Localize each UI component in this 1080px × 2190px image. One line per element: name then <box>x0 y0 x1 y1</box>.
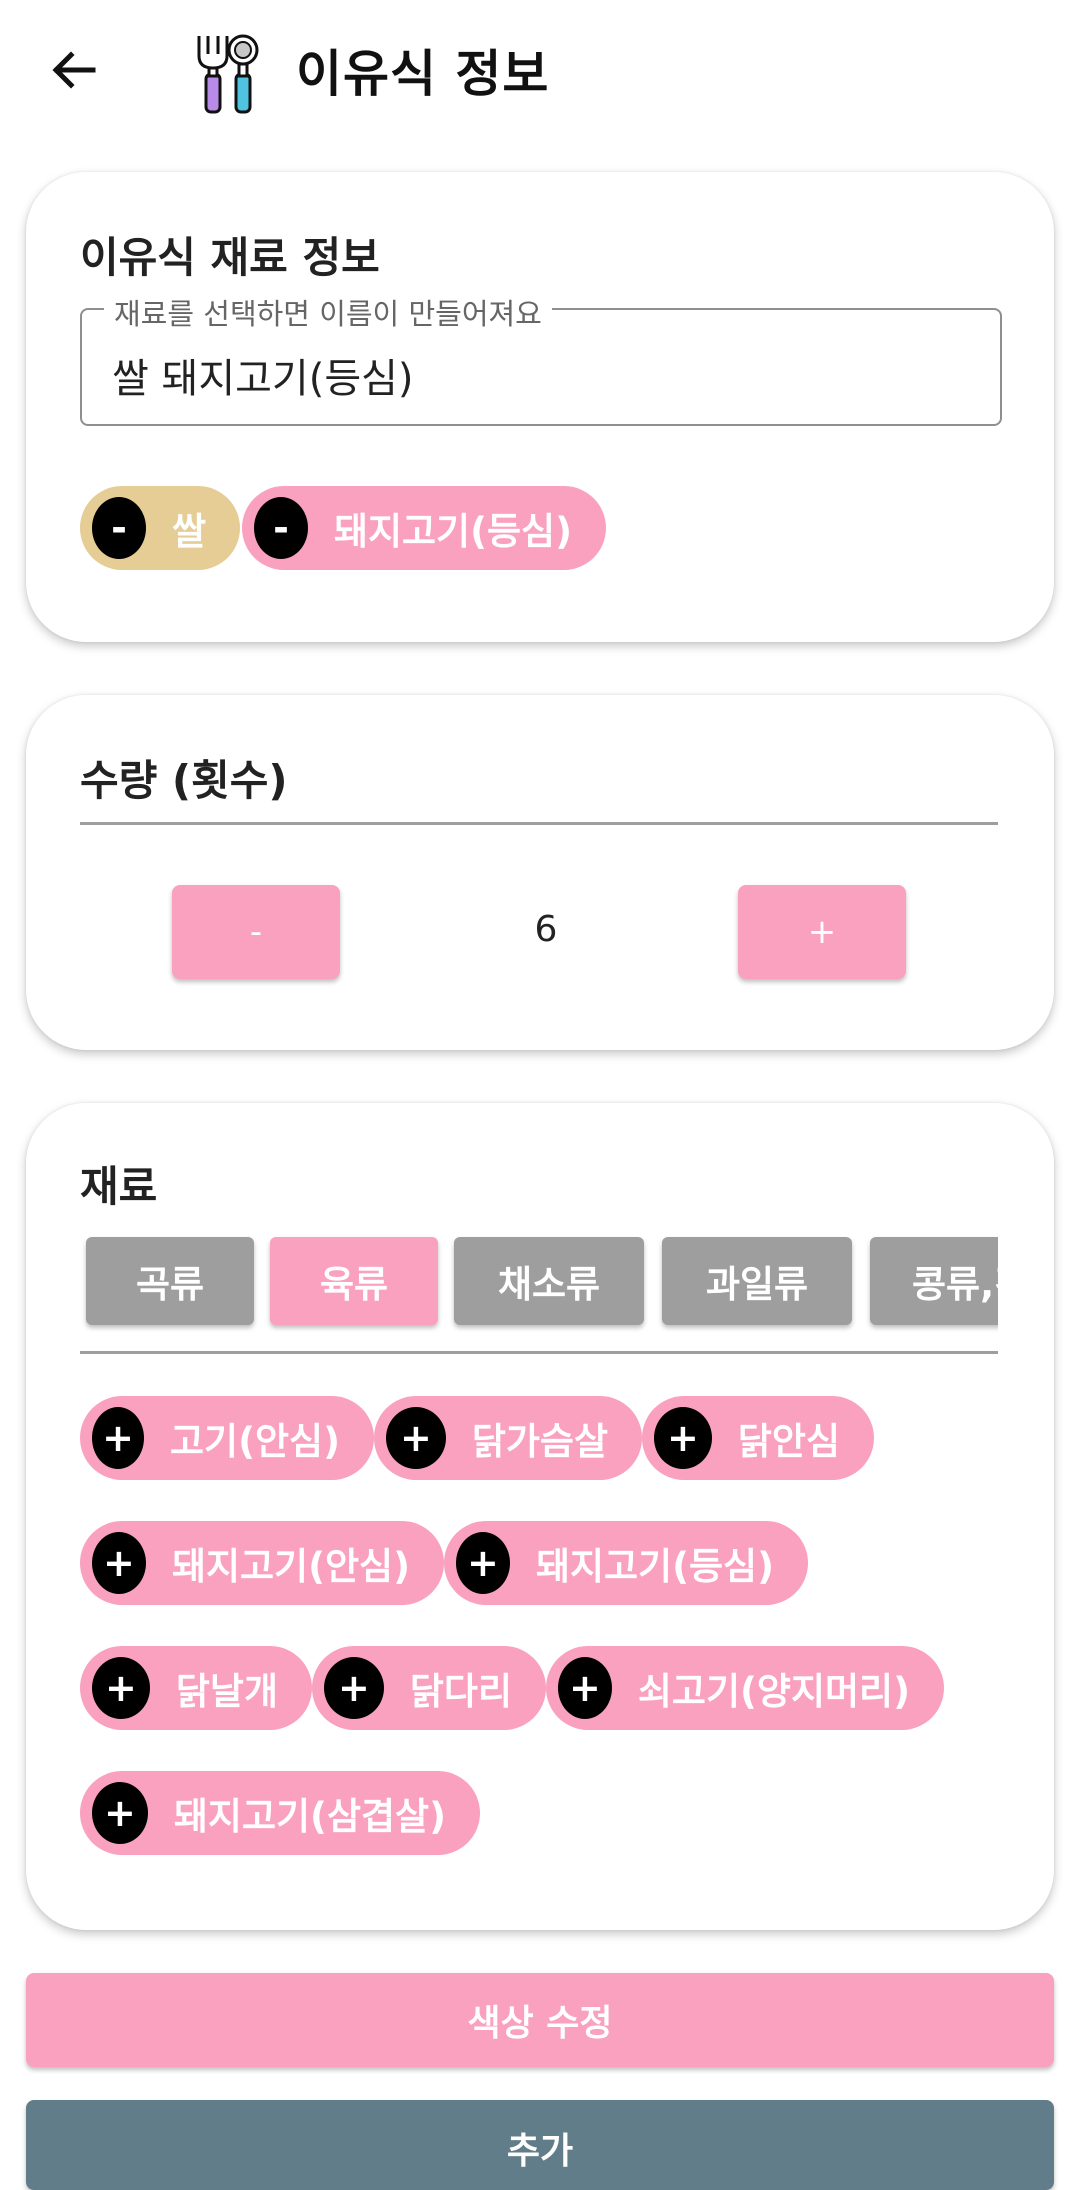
ingredient-label: 닭가슴살 <box>471 1420 608 1463</box>
ingredient-chip[interactable]: + 닭가슴살 <box>374 1396 642 1480</box>
ingredient-label: 돼지고기(안심) <box>171 1545 410 1588</box>
remove-button[interactable]: - <box>92 497 146 559</box>
add-ingredient-button[interactable]: + <box>558 1657 612 1719</box>
quantity-divider <box>80 822 998 825</box>
fork-spoon-icon <box>197 34 259 114</box>
decrement-button[interactable]: - <box>172 885 340 979</box>
add-ingredient-button[interactable]: + <box>92 1657 150 1719</box>
ingredients-card: 재료 곡류 육류 채소류 과일류 콩류,견 + 고기(안심) + 닭가슴살 + … <box>26 1103 1054 1930</box>
tab-vegetables[interactable]: 채소류 <box>454 1237 644 1325</box>
quantity-card: 수량 (횟수) - 6 + <box>26 695 1054 1050</box>
selected-chip-pork-loin[interactable]: - 돼지고기(등심) <box>242 486 606 570</box>
tab-grains[interactable]: 곡류 <box>86 1237 254 1325</box>
meal-name-field-value: 쌀 돼지고기(등심) <box>112 356 414 402</box>
add-ingredient-button[interactable]: + <box>654 1407 712 1469</box>
ingredient-label: 돼지고기(삼겹살) <box>173 1795 446 1838</box>
ingredient-label: 닭날개 <box>175 1670 278 1713</box>
add-ingredient-button[interactable]: + <box>386 1407 446 1469</box>
meal-name-field[interactable]: 재료를 선택하면 이름이 만들어져요 쌀 돼지고기(등심) <box>80 291 1002 426</box>
arrow-left-icon <box>52 51 96 89</box>
add-ingredient-button[interactable]: + <box>92 1532 146 1594</box>
ingredient-label: 쇠고기(양지머리) <box>637 1670 910 1713</box>
ingredient-chip[interactable]: + 돼지고기(삼겹살) <box>80 1771 480 1855</box>
ingredient-chip[interactable]: + 닭안심 <box>642 1396 874 1480</box>
ingredient-label: 닭안심 <box>737 1420 840 1463</box>
ingredient-info-card: 이유식 재료 정보 재료를 선택하면 이름이 만들어져요 쌀 돼지고기(등심) … <box>26 172 1054 642</box>
ingredient-chip[interactable]: + 닭다리 <box>312 1646 546 1730</box>
increment-button[interactable]: + <box>738 885 906 979</box>
add-ingredient-button[interactable]: + <box>456 1532 510 1594</box>
add-ingredient-button[interactable]: + <box>92 1407 145 1469</box>
app-bar: 이유식 정보 <box>0 0 1080 150</box>
page-title: 이유식 정보 <box>296 45 550 103</box>
ingredient-label: 닭다리 <box>409 1670 512 1713</box>
quantity-title: 수량 (횟수) <box>80 756 288 805</box>
ingredient-chip[interactable]: + 고기(안심) <box>80 1396 374 1480</box>
back-button[interactable] <box>44 40 104 100</box>
tab-legumes[interactable]: 콩류,견 <box>870 1237 998 1325</box>
remove-button[interactable]: - <box>254 497 308 559</box>
ingredient-chip[interactable]: + 닭날개 <box>80 1646 312 1730</box>
ingredient-chip[interactable]: + 쇠고기(양지머리) <box>546 1646 944 1730</box>
selected-chip-label: 쌀 <box>171 510 206 553</box>
ingredient-label: 돼지고기(등심) <box>535 1545 774 1588</box>
add-button[interactable]: 추가 <box>26 2100 1054 2190</box>
quantity-value: 6 <box>534 909 558 950</box>
add-ingredient-button[interactable]: + <box>92 1782 148 1844</box>
selected-chip-rice[interactable]: - 쌀 <box>80 486 240 570</box>
ingredient-label: 고기(안심) <box>170 1420 340 1463</box>
ingredients-divider <box>80 1351 998 1354</box>
category-tabs[interactable]: 곡류 육류 채소류 과일류 콩류,견 <box>80 1233 998 1333</box>
ingredients-title: 재료 <box>80 1162 158 1211</box>
tab-fruits[interactable]: 과일류 <box>662 1237 852 1325</box>
selected-chip-label: 돼지고기(등심) <box>333 510 572 553</box>
tab-meat[interactable]: 육류 <box>270 1237 438 1325</box>
ingredient-chip[interactable]: + 돼지고기(등심) <box>444 1521 808 1605</box>
ingredient-chip[interactable]: + 돼지고기(안심) <box>80 1521 444 1605</box>
ingredient-info-title: 이유식 재료 정보 <box>80 233 380 282</box>
color-edit-button[interactable]: 색상 수정 <box>26 1973 1054 2067</box>
add-ingredient-button[interactable]: + <box>324 1657 384 1719</box>
meal-name-field-label: 재료를 선택하면 이름이 만들어져요 <box>104 291 552 333</box>
